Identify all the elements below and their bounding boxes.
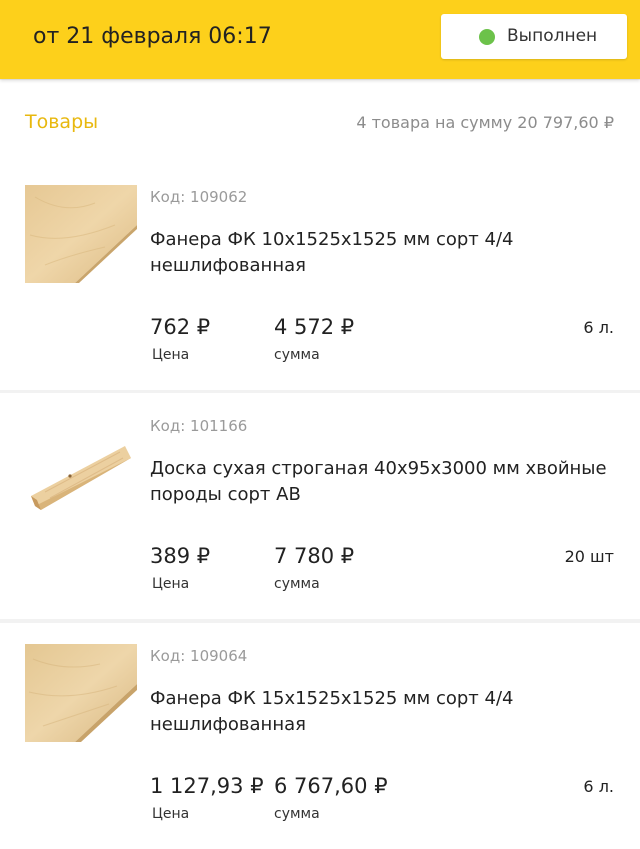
product-name: Фанера ФК 15х1525х1525 мм сорт 4/4 нешли…: [150, 688, 514, 735]
product-quantity: 20 шт: [564, 547, 614, 566]
product-price: 762 ₽: [150, 315, 211, 339]
product-quantity: 6 л.: [583, 318, 614, 337]
product-code: Код: 109064: [150, 647, 248, 665]
product-item[interactable]: Код: 109064 Фанера ФК 15х1525х1525 мм со…: [0, 623, 640, 849]
plywood-sheet-image: [25, 644, 137, 742]
product-price-label: Цена: [152, 347, 190, 363]
order-status-label: Выполнен: [507, 26, 598, 46]
product-sum-label: сумма: [274, 576, 320, 592]
product-sum-label: сумма: [274, 806, 320, 822]
order-status-button[interactable]: Выполнен: [441, 14, 627, 59]
products-summary: Товары 4 товара на сумму 20 797,60 ₽: [0, 80, 640, 164]
products-total: 4 товара на сумму 20 797,60 ₽: [356, 113, 614, 132]
product-name: Фанера ФК 10х1525х1525 мм сорт 4/4 нешли…: [150, 229, 514, 276]
product-quantity: 6 л.: [583, 777, 614, 796]
order-date: от 21 февраля 06:17: [33, 24, 272, 49]
product-price-label: Цена: [152, 576, 190, 592]
product-name: Доска сухая строганая 40х95х3000 мм хвой…: [150, 458, 607, 505]
product-sum-label: сумма: [274, 347, 320, 363]
product-item[interactable]: Код: 109062 Фанера ФК 10х1525х1525 мм со…: [0, 164, 640, 390]
product-code: Код: 101166: [150, 417, 248, 435]
order-header: от 21 февраля 06:17 Выполнен: [0, 0, 640, 79]
status-dot-icon: [479, 29, 495, 45]
product-code: Код: 109062: [150, 188, 248, 206]
products-title: Товары: [25, 111, 99, 133]
product-price: 389 ₽: [150, 544, 211, 568]
product-sum: 7 780 ₽: [274, 544, 355, 568]
wooden-board-image: [25, 414, 137, 512]
product-item[interactable]: Код: 101166 Доска сухая строганая 40х95х…: [0, 393, 640, 619]
product-sum: 4 572 ₽: [274, 315, 355, 339]
product-price-label: Цена: [152, 806, 190, 822]
product-price: 1 127,93 ₽: [150, 774, 264, 798]
product-sum: 6 767,60 ₽: [274, 774, 388, 798]
plywood-sheet-image: [25, 185, 137, 283]
